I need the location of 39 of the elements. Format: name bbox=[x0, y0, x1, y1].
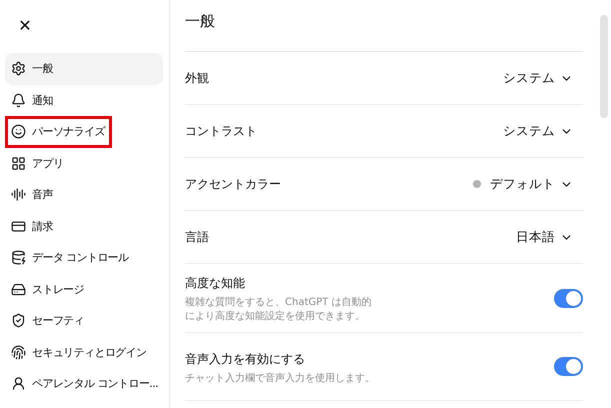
database-icon bbox=[11, 250, 26, 266]
user-icon bbox=[11, 376, 26, 392]
shield-icon bbox=[11, 313, 26, 328]
select-dropdown[interactable]: システム bbox=[503, 70, 583, 86]
audio-icon bbox=[11, 187, 26, 202]
card-icon bbox=[11, 218, 26, 234]
setting-label: アクセントカラー bbox=[185, 176, 281, 192]
bell-icon bbox=[11, 92, 26, 108]
sidebar-item[interactable]: アプリ bbox=[5, 148, 163, 179]
setting-label: 外観 bbox=[185, 70, 209, 86]
select-dropdown[interactable]: 日本語 bbox=[516, 228, 583, 246]
setting-description: チャット入力欄で音声入力を使用します。 bbox=[185, 372, 375, 386]
sidebar-item[interactable]: データ コントロール bbox=[5, 242, 163, 274]
drive-icon bbox=[11, 282, 26, 297]
toggle-switch[interactable] bbox=[554, 288, 583, 308]
sidebar-item[interactable]: セキュリティとログイン bbox=[5, 336, 163, 368]
scrollbar[interactable] bbox=[600, 15, 608, 118]
select-dropdown[interactable]: システム bbox=[503, 122, 583, 140]
sidebar-item[interactable]: 一般 bbox=[5, 53, 163, 84]
toggle-switch[interactable] bbox=[554, 357, 583, 376]
sidebar-item[interactable]: ストレージ bbox=[5, 274, 163, 305]
grid-icon bbox=[11, 156, 26, 171]
sidebar-item[interactable]: セーフティ bbox=[5, 305, 163, 336]
sidebar-item[interactable]: 音声 bbox=[5, 179, 163, 210]
close-button[interactable]: ✕ bbox=[12, 12, 38, 38]
select-dropdown[interactable]: デフォルト bbox=[473, 176, 583, 192]
setting-description: 複雑な質問をすると、ChatGPT は自動的により高度な知能設定を使用できます。 bbox=[185, 296, 372, 324]
fingerprint-icon bbox=[11, 344, 26, 360]
setting-label: 高度な知能 bbox=[185, 276, 245, 290]
sidebar-item[interactable]: 請求 bbox=[5, 210, 163, 242]
smiley-icon bbox=[11, 124, 26, 140]
setting-label: 音声入力を有効にする bbox=[185, 352, 305, 366]
sidebar-item[interactable]: 通知 bbox=[5, 84, 163, 116]
sidebar-item[interactable]: ペアレンタル コントロー... bbox=[5, 368, 165, 400]
panel-title: 一般 bbox=[185, 0, 583, 52]
settings-icon bbox=[11, 61, 26, 76]
sidebar-item[interactable]: パーソナライズ bbox=[5, 116, 112, 148]
setting-label: 言語 bbox=[185, 228, 209, 246]
setting-label: コントラスト bbox=[185, 122, 257, 140]
